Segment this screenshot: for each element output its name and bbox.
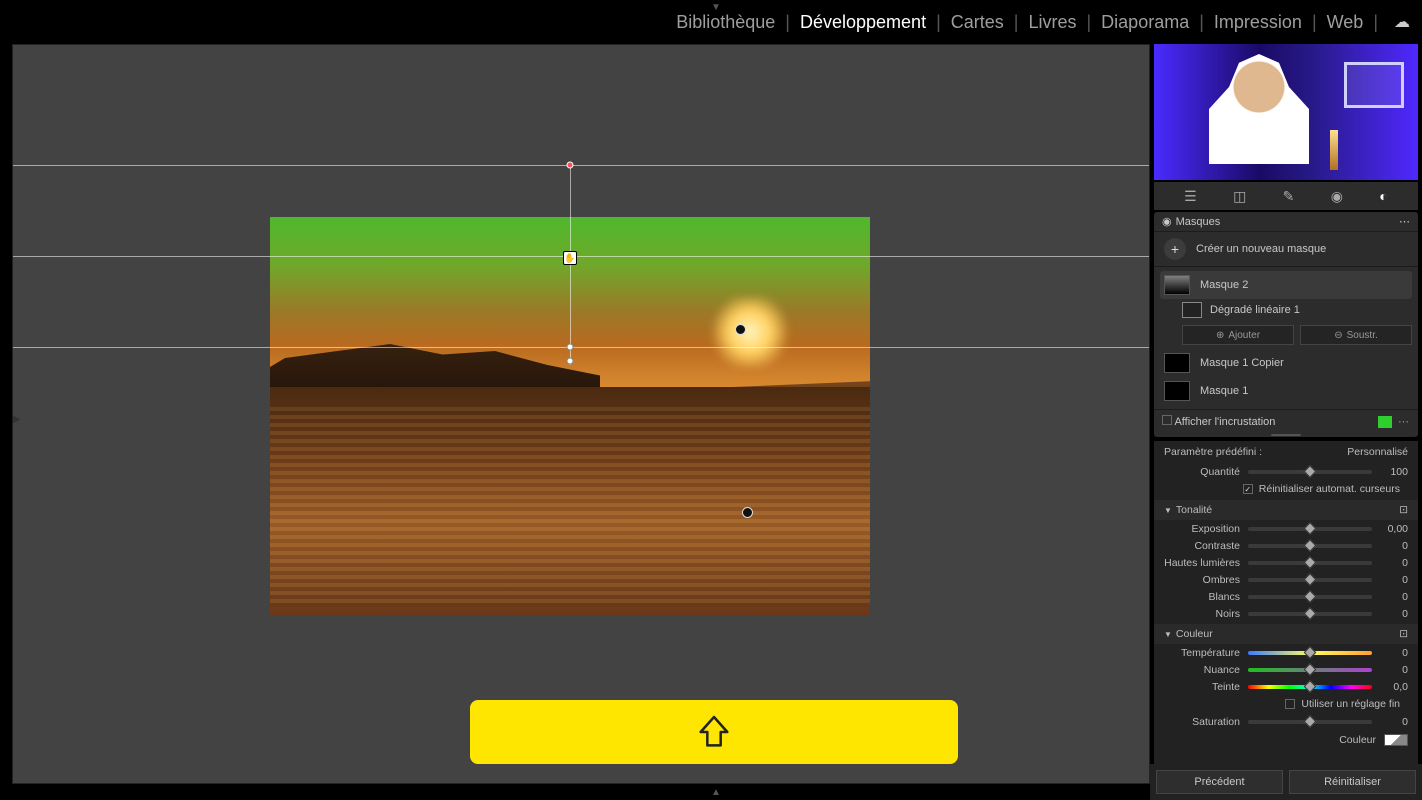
gradient-handle-bottom[interactable] (567, 358, 574, 365)
right-column: ☰ ◫ ✎ ◉ ◐ ◉ Masques ⋯ + Créer un nouveau … (1150, 44, 1422, 800)
gradient-axis[interactable] (570, 165, 571, 365)
mask-pin-2[interactable] (742, 507, 753, 518)
amount-value[interactable]: 100 (1372, 466, 1408, 478)
expand-left-icon[interactable]: ▶ (13, 414, 21, 425)
tab-web[interactable]: Web (1323, 12, 1368, 33)
tab-cartes[interactable]: Cartes (947, 12, 1008, 33)
mask-subtract-button[interactable]: ⊖Soustr. (1300, 325, 1412, 345)
mask-label: Masque 1 (1200, 385, 1248, 397)
tab-diaporama[interactable]: Diaporama (1097, 12, 1193, 33)
panel-resize-handle[interactable] (1154, 433, 1418, 437)
auto-reset-checkbox[interactable]: ✓ (1243, 484, 1253, 494)
color-toggle-icon[interactable]: ⊡ (1399, 628, 1408, 640)
fine-checkbox[interactable] (1285, 699, 1295, 709)
preset-label: Paramètre prédéfini : (1164, 446, 1262, 458)
tone-section-header[interactable]: ▼Tonalité⊡ (1154, 500, 1418, 520)
mask-item-1-copy[interactable]: Masque 1 Copier (1160, 349, 1412, 377)
masks-panel: ◉ Masques ⋯ + Créer un nouveau masque Mas… (1154, 212, 1418, 437)
mask-thumb (1164, 353, 1190, 373)
mask-sub-gradient[interactable]: Dégradé linéaire 1 (1182, 299, 1412, 321)
tab-livres[interactable]: Livres (1024, 12, 1080, 33)
color-picker[interactable] (1384, 734, 1408, 746)
amount-slider[interactable] (1248, 470, 1372, 474)
gradient-handle-top[interactable] (567, 162, 574, 169)
heal-icon[interactable]: ✎ (1283, 188, 1295, 205)
mask-item-2[interactable]: Masque 2 (1160, 271, 1412, 299)
masks-title: Masques (1176, 216, 1221, 228)
mask-thumb (1164, 381, 1190, 401)
eye-icon[interactable]: ◉ (1162, 216, 1172, 228)
mask-item-1[interactable]: Masque 1 (1160, 377, 1412, 405)
gradient-line-top[interactable] (13, 165, 1149, 166)
webcam-overlay (1154, 44, 1418, 180)
expand-bottom-icon[interactable]: ▲ (711, 787, 721, 798)
reset-button[interactable]: Réinitialiser (1289, 770, 1416, 794)
shortcut-toast (470, 700, 958, 764)
panel-footer: Précédent Réinitialiser (1150, 764, 1422, 800)
overlay-checkbox[interactable] (1162, 415, 1172, 425)
shift-up-icon (694, 712, 734, 752)
adjust-icon[interactable]: ☰ (1184, 188, 1197, 205)
create-mask-label: Créer un nouveau masque (1196, 243, 1326, 255)
adjust-panel: Paramètre prédéfini : Personnalisé Quant… (1154, 441, 1418, 764)
chevron-down-icon[interactable]: ▼ (711, 2, 721, 13)
whites-slider[interactable] (1248, 595, 1372, 599)
mask-label: Masque 1 Copier (1200, 357, 1284, 369)
mask-sub-label: Dégradé linéaire 1 (1210, 304, 1300, 316)
saturation-slider[interactable] (1248, 720, 1372, 724)
overlay-color-swatch[interactable] (1378, 416, 1392, 428)
cloud-sync-icon[interactable]: ☁ (1394, 12, 1410, 32)
tab-impression[interactable]: Impression (1210, 12, 1306, 33)
amount-label: Quantité (1164, 466, 1248, 478)
mask-pin-1[interactable] (735, 324, 746, 335)
exposure-slider[interactable] (1248, 527, 1372, 531)
module-tabs: Bibliothèque| Développement| Cartes| Liv… (672, 12, 1410, 33)
previous-button[interactable]: Précédent (1156, 770, 1283, 794)
gradient-line-bottom[interactable] (13, 347, 1149, 348)
tint-slider[interactable] (1248, 668, 1372, 672)
contrast-slider[interactable] (1248, 544, 1372, 548)
plus-icon[interactable]: + (1164, 238, 1186, 260)
tool-strip: ☰ ◫ ✎ ◉ ◐ (1154, 182, 1418, 210)
gradient-handle-mid-lower[interactable] (567, 344, 574, 351)
mask-label: Masque 2 (1200, 279, 1248, 291)
highlights-slider[interactable] (1248, 561, 1372, 565)
blacks-slider[interactable] (1248, 612, 1372, 616)
fine-label: Utiliser un réglage fin (1301, 698, 1400, 710)
hue-slider[interactable] (1248, 685, 1372, 689)
color-label: Couleur (1164, 734, 1384, 746)
gradient-thumb-icon (1182, 302, 1202, 318)
tone-toggle-icon[interactable]: ⊡ (1399, 504, 1408, 516)
mask-thumb (1164, 275, 1190, 295)
shadows-slider[interactable] (1248, 578, 1372, 582)
overlay-menu-icon[interactable]: ⋯ (1398, 415, 1410, 428)
crop-icon[interactable]: ◫ (1233, 188, 1246, 205)
mask-icon[interactable]: ◐ (1379, 188, 1387, 204)
mask-add-button[interactable]: ⊕Ajouter (1182, 325, 1294, 345)
subtract-icon: ⊖ (1334, 330, 1342, 341)
add-icon: ⊕ (1216, 330, 1224, 341)
tab-developpement[interactable]: Développement (796, 12, 930, 33)
panel-menu-icon[interactable]: ⋯ (1399, 215, 1410, 228)
color-section-header[interactable]: ▼Couleur⊡ (1154, 624, 1418, 644)
grab-cursor-icon: ✋ (563, 251, 577, 265)
tab-bibliotheque[interactable]: Bibliothèque (672, 12, 779, 33)
redeye-icon[interactable]: ◉ (1331, 188, 1343, 205)
temperature-slider[interactable] (1248, 651, 1372, 655)
overlay-label: Afficher l'incrustation (1174, 416, 1275, 428)
top-bar: ▼ Bibliothèque| Développement| Cartes| L… (0, 0, 1422, 44)
canvas-area[interactable]: ▶ ✋ (12, 44, 1150, 784)
preset-value[interactable]: Personnalisé (1347, 446, 1408, 458)
auto-reset-label: Réinitialiser automat. curseurs (1259, 483, 1400, 495)
gradient-line-mid[interactable] (13, 256, 1149, 257)
create-mask-row[interactable]: + Créer un nouveau masque (1154, 232, 1418, 267)
